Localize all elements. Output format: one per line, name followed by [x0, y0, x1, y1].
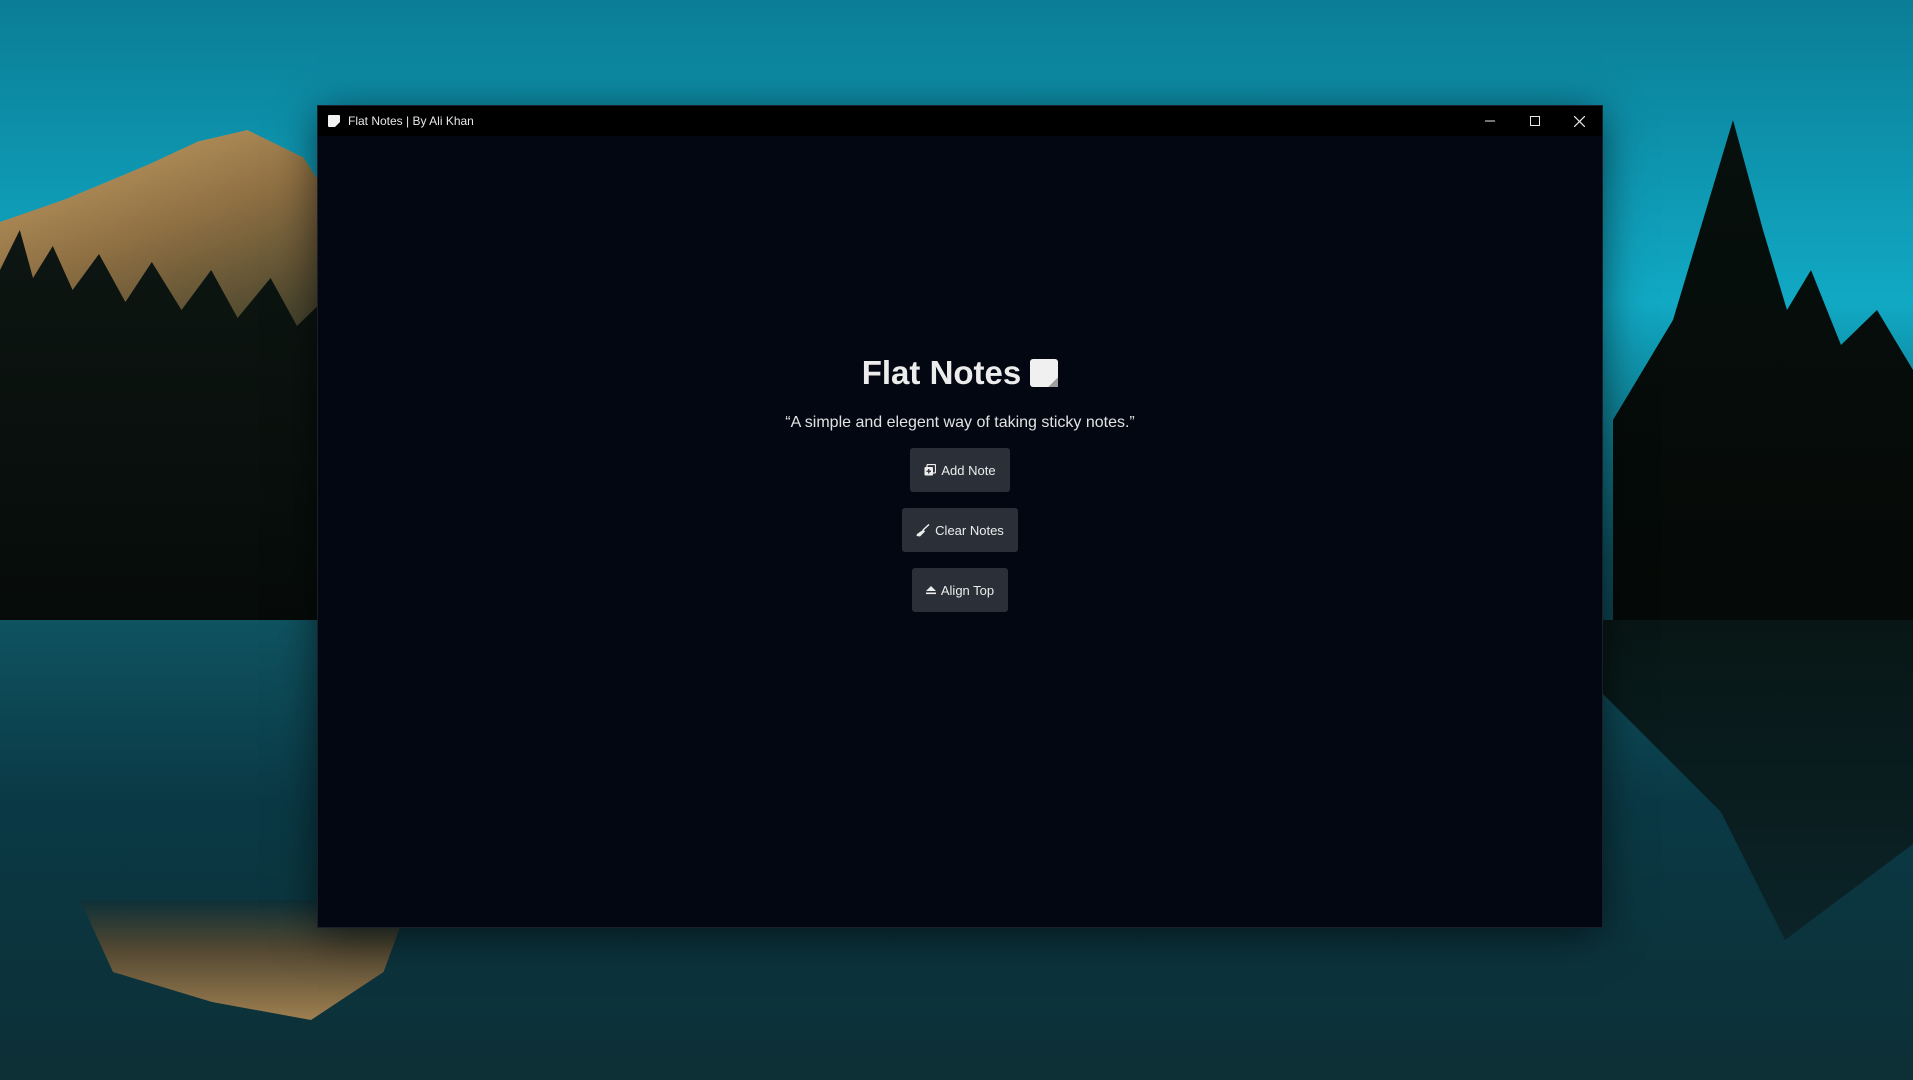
window-controls — [1467, 106, 1602, 136]
app-window: Flat Notes | By Ali Khan Flat Notes “A s… — [318, 106, 1602, 927]
app-content: Flat Notes “A simple and elegent way of … — [318, 136, 1602, 927]
add-note-button[interactable]: Add Note — [910, 448, 1010, 492]
title-bar[interactable]: Flat Notes | By Ali Khan — [318, 106, 1602, 136]
add-note-icon — [924, 464, 937, 476]
broom-icon — [916, 523, 930, 537]
align-top-button[interactable]: Align Top — [911, 568, 1009, 612]
maximize-icon — [1529, 116, 1540, 126]
clear-notes-button[interactable]: Clear Notes — [902, 508, 1018, 552]
sticky-note-icon — [1030, 359, 1059, 387]
tagline: “A simple and elegent way of taking stic… — [785, 414, 1135, 431]
page-title: Flat Notes — [862, 354, 1059, 392]
desktop: Flat Notes | By Ali Khan Flat Notes “A s… — [0, 0, 1913, 1080]
app-note-icon — [328, 115, 340, 127]
eject-up-icon — [925, 585, 936, 595]
clear-notes-label: Clear Notes — [935, 522, 1004, 538]
page-title-text: Flat Notes — [861, 354, 1022, 391]
align-top-label: Align Top — [940, 582, 995, 598]
maximize-button[interactable] — [1512, 106, 1557, 136]
add-note-label: Add Note — [941, 462, 996, 478]
close-icon — [1574, 115, 1585, 127]
minimize-button[interactable] — [1467, 106, 1512, 136]
window-title: Flat Notes | By Ali Khan — [348, 114, 474, 128]
close-button[interactable] — [1557, 106, 1602, 136]
wallpaper-forest-right — [1613, 120, 1913, 620]
minimize-icon — [1484, 116, 1495, 126]
